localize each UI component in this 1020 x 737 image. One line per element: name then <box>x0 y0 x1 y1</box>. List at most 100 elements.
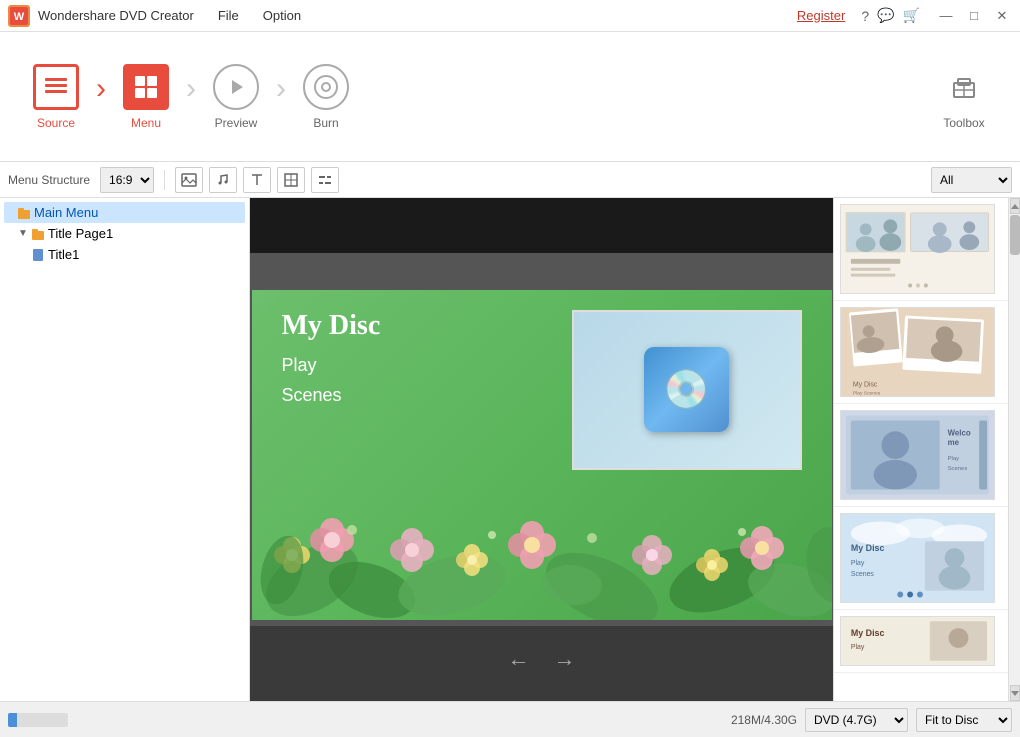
folder-icon-2 <box>32 228 44 240</box>
templates-panel: My Disc Play Scenes <box>833 198 1008 701</box>
disc-play-text[interactable]: Play <box>282 355 317 376</box>
cart-icon[interactable]: 🛒 <box>903 7 920 24</box>
menu-option[interactable]: Option <box>259 6 305 25</box>
scroll-down-button[interactable] <box>1010 685 1020 701</box>
template-thumb-1 <box>840 204 995 294</box>
settings-tool-button[interactable] <box>311 167 339 193</box>
expand-arrow: ▼ <box>18 228 28 239</box>
scroll-up-button[interactable] <box>1010 198 1020 214</box>
center-area: My Disc Play Scenes 💿 ← → <box>250 198 833 701</box>
template-thumb-2: My Disc Play Scenes <box>840 307 995 397</box>
template-item-5[interactable]: My Disc Play <box>834 610 1008 673</box>
tree-area: Main Menu ▼ Title Page1 Title1 <box>0 198 249 701</box>
register-link[interactable]: Register <box>797 8 845 23</box>
toolbox-icon <box>941 64 987 110</box>
title1-label: Title1 <box>48 247 79 262</box>
menu-tab[interactable]: Menu <box>106 47 186 147</box>
scroll-thumb[interactable] <box>1010 215 1020 255</box>
template-item-4[interactable]: My Disc Play Scenes <box>834 507 1008 610</box>
svg-text:Play: Play <box>851 560 865 567</box>
layout-tool-button[interactable] <box>277 167 305 193</box>
menu-label: Menu <box>131 116 161 130</box>
right-scrollbar[interactable] <box>1008 198 1020 701</box>
arrow-3: › <box>276 72 286 106</box>
arrow-1: › <box>96 72 106 106</box>
canvas-main: My Disc Play Scenes 💿 <box>252 290 832 620</box>
help-icon[interactable]: ? <box>861 8 869 24</box>
tree-item-title1[interactable]: Title1 <box>4 244 245 265</box>
sub-toolbar: Menu Structure 16:94:3 AllStaticAnimated <box>0 162 1020 198</box>
source-tab[interactable]: Source <box>16 47 96 147</box>
folder-icon <box>18 207 30 219</box>
template-thumb-5: My Disc Play <box>840 616 995 666</box>
next-button[interactable]: → <box>554 646 576 672</box>
burn-icon <box>303 64 349 110</box>
svg-text:W: W <box>14 11 25 23</box>
app-logo: W <box>8 5 30 27</box>
aspect-ratio-select[interactable]: 16:94:3 <box>100 167 154 193</box>
file-icon <box>32 249 44 261</box>
main-menu-label: Main Menu <box>34 205 98 220</box>
prev-button[interactable]: ← <box>508 646 530 672</box>
image-tool-button[interactable] <box>175 167 203 193</box>
size-info: 218M/4.30G <box>731 713 797 727</box>
app-name: Wondershare DVD Creator <box>38 8 194 23</box>
close-button[interactable]: ✕ <box>992 8 1012 24</box>
svg-text:Play Scenes: Play Scenes <box>853 390 881 396</box>
source-icon <box>33 64 79 110</box>
menu-file[interactable]: File <box>214 6 243 25</box>
template-item-2[interactable]: My Disc Play Scenes <box>834 301 1008 404</box>
tree-item-main-menu[interactable]: Main Menu <box>4 202 245 223</box>
left-panel: Main Menu ▼ Title Page1 Title1 <box>0 198 250 701</box>
source-label: Source <box>37 116 75 130</box>
toolbox-label: Toolbox <box>943 116 984 130</box>
preview-label: Preview <box>215 116 258 130</box>
canvas-wrap: My Disc Play Scenes 💿 ← → <box>250 198 833 701</box>
svg-text:Scenes: Scenes <box>851 571 875 578</box>
title-page1-label: Title Page1 <box>48 226 113 241</box>
main-toolbar: Source › Menu › Preview › Burn T <box>0 32 1020 162</box>
scroll-track-space <box>1009 256 1020 685</box>
svg-text:Welco: Welco <box>948 428 971 437</box>
product-icon: 💿 <box>663 368 710 412</box>
nav-controls: ← → <box>250 626 833 701</box>
minimize-button[interactable]: — <box>936 8 956 23</box>
disc-scenes-text[interactable]: Scenes <box>282 385 342 406</box>
svg-text:My Disc: My Disc <box>851 628 885 638</box>
chat-icon[interactable]: 💬 <box>877 7 894 24</box>
filter-select[interactable]: AllStaticAnimated <box>931 167 1012 193</box>
tree-item-title-page1[interactable]: ▼ Title Page1 <box>4 223 245 244</box>
separator-1 <box>164 170 165 190</box>
svg-text:My Disc: My Disc <box>853 382 878 389</box>
main-content: Main Menu ▼ Title Page1 Title1 <box>0 198 1020 701</box>
template-item-3[interactable]: Welco me Play Scenes <box>834 404 1008 507</box>
template-thumb-4: My Disc Play Scenes <box>840 513 995 603</box>
arrow-2: › <box>186 72 196 106</box>
disc-type-select[interactable]: DVD (4.7G)DVD (8.5G)Blu-ray (25G) <box>805 708 908 732</box>
svg-text:My Disc: My Disc <box>851 543 885 553</box>
svg-text:Play: Play <box>851 644 865 651</box>
right-panel-container: My Disc Play Scenes <box>833 198 1020 701</box>
burn-tab[interactable]: Burn <box>286 47 366 147</box>
progress-bar <box>8 713 68 727</box>
preview-tab[interactable]: Preview <box>196 47 276 147</box>
svg-text:Scenes: Scenes <box>948 466 968 472</box>
preview-thumbnail: 💿 <box>572 310 802 470</box>
svg-text:me: me <box>948 438 960 447</box>
canvas-bottom-bar: ← → <box>250 626 833 701</box>
template-item-1[interactable] <box>834 198 1008 301</box>
fit-option-select[interactable]: Fit to DiscHigh QualityCustom <box>916 708 1012 732</box>
burn-label: Burn <box>313 116 338 130</box>
template-thumb-3: Welco me Play Scenes <box>840 410 995 500</box>
text-tool-button[interactable] <box>243 167 271 193</box>
status-bar: 218M/4.30G DVD (4.7G)DVD (8.5G)Blu-ray (… <box>0 701 1020 737</box>
toolbox-tab[interactable]: Toolbox <box>924 47 1004 147</box>
music-tool-button[interactable] <box>209 167 237 193</box>
canvas-top-bar <box>250 198 833 253</box>
menu-structure-label: Menu Structure <box>8 173 90 187</box>
progress-fill <box>8 713 17 727</box>
maximize-button[interactable]: □ <box>964 8 984 23</box>
preview-icon <box>213 64 259 110</box>
svg-text:Play: Play <box>948 456 960 462</box>
disc-title-text: My Disc <box>282 310 381 342</box>
